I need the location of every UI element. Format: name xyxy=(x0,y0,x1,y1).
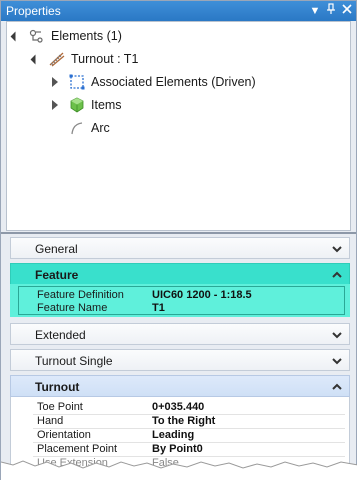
section-general-header[interactable]: General xyxy=(10,237,350,259)
property-value[interactable]: By Point0 xyxy=(152,443,203,456)
property-name: Feature Definition xyxy=(37,289,124,301)
property-name: Feature Name xyxy=(37,302,108,314)
associated-elements-icon xyxy=(69,74,85,90)
collapse-arrow-icon[interactable] xyxy=(31,54,41,64)
property-value[interactable]: UIC60 1200 - 1:18.5 xyxy=(152,289,252,302)
property-value[interactable]: T1 xyxy=(152,302,165,315)
turnout-icon xyxy=(49,52,65,67)
property-name: Hand xyxy=(37,415,64,427)
property-row[interactable]: Orientation Leading xyxy=(11,429,349,442)
property-name: Orientation xyxy=(37,429,91,441)
items-cube-icon xyxy=(70,97,84,113)
panel-splitter[interactable] xyxy=(1,232,356,234)
arc-icon xyxy=(71,122,83,135)
tree-node-arc[interactable]: Arc xyxy=(69,118,110,138)
tree-label-arc: Arc xyxy=(91,121,110,135)
tree-node-associated-elements[interactable]: Associated Elements (Driven) xyxy=(51,72,256,92)
section-feature-header[interactable]: Feature xyxy=(10,263,350,285)
section-turnout-header[interactable]: Turnout xyxy=(10,375,350,397)
feature-properties-grid: Feature Definition UIC60 1200 - 1:18.5 F… xyxy=(18,286,345,315)
chevron-up-icon[interactable] xyxy=(331,381,343,393)
tree-label-elements: Elements (1) xyxy=(51,29,122,43)
property-value[interactable]: 0+035.440 xyxy=(152,401,204,414)
window-title: Properties xyxy=(6,4,61,18)
dropdown-arrow-icon[interactable]: ▼ xyxy=(308,3,322,19)
expand-arrow-icon[interactable] xyxy=(51,100,61,110)
tree-node-turnout[interactable]: Turnout : T1 xyxy=(31,49,138,69)
tree-label-associated: Associated Elements (Driven) xyxy=(91,75,256,89)
element-tree: Elements (1) Turnout : T1 Associated Ele… xyxy=(6,21,351,231)
section-extended-header[interactable]: Extended xyxy=(10,323,350,345)
property-row[interactable]: Toe Point 0+035.440 xyxy=(11,401,349,414)
property-value[interactable]: Leading xyxy=(152,429,194,442)
property-row[interactable]: Placement Point By Point0 xyxy=(11,443,349,456)
property-row[interactable]: Feature Name T1 xyxy=(19,302,344,315)
property-row[interactable]: Feature Definition UIC60 1200 - 1:18.5 xyxy=(19,289,344,302)
section-extended-label: Extended xyxy=(35,328,86,342)
expand-arrow-icon[interactable] xyxy=(51,77,61,87)
tree-label-items: Items xyxy=(91,98,122,112)
property-sections: General Feature Feature Definition UIC60… xyxy=(6,235,355,480)
section-feature-label: Feature xyxy=(35,268,79,282)
title-bar: Properties ▼ xyxy=(1,1,356,21)
properties-window: Properties ▼ Elements (1) Turnout: T1 A… xyxy=(0,0,357,480)
section-feature-body: Feature Definition UIC60 1200 - 1:18.5 F… xyxy=(10,284,350,317)
torn-edge-decoration xyxy=(1,460,357,480)
chevron-down-icon[interactable] xyxy=(331,355,343,367)
tree-label-turnout: Turnout : T1 xyxy=(71,52,139,66)
chevron-up-icon[interactable] xyxy=(331,269,343,281)
collapse-arrow-icon[interactable] xyxy=(11,31,21,41)
section-general-label: General xyxy=(35,242,78,256)
close-icon[interactable] xyxy=(340,3,354,19)
chevron-down-icon[interactable] xyxy=(331,243,343,255)
tree-node-elements[interactable]: Elements (1) xyxy=(11,26,122,46)
property-value[interactable]: To the Right xyxy=(152,415,215,428)
property-name: Placement Point xyxy=(37,443,118,455)
elements-group-icon xyxy=(29,29,43,43)
tree-node-items[interactable]: Items xyxy=(51,95,122,115)
section-turnout-single-label: Turnout Single xyxy=(35,354,113,368)
section-turnout-label: Turnout xyxy=(35,380,80,394)
section-turnout-single-header[interactable]: Turnout Single xyxy=(10,349,350,371)
chevron-down-icon[interactable] xyxy=(331,329,343,341)
property-name: Toe Point xyxy=(37,401,83,413)
property-row[interactable]: Hand To the Right xyxy=(11,415,349,428)
pin-icon[interactable] xyxy=(324,3,338,19)
